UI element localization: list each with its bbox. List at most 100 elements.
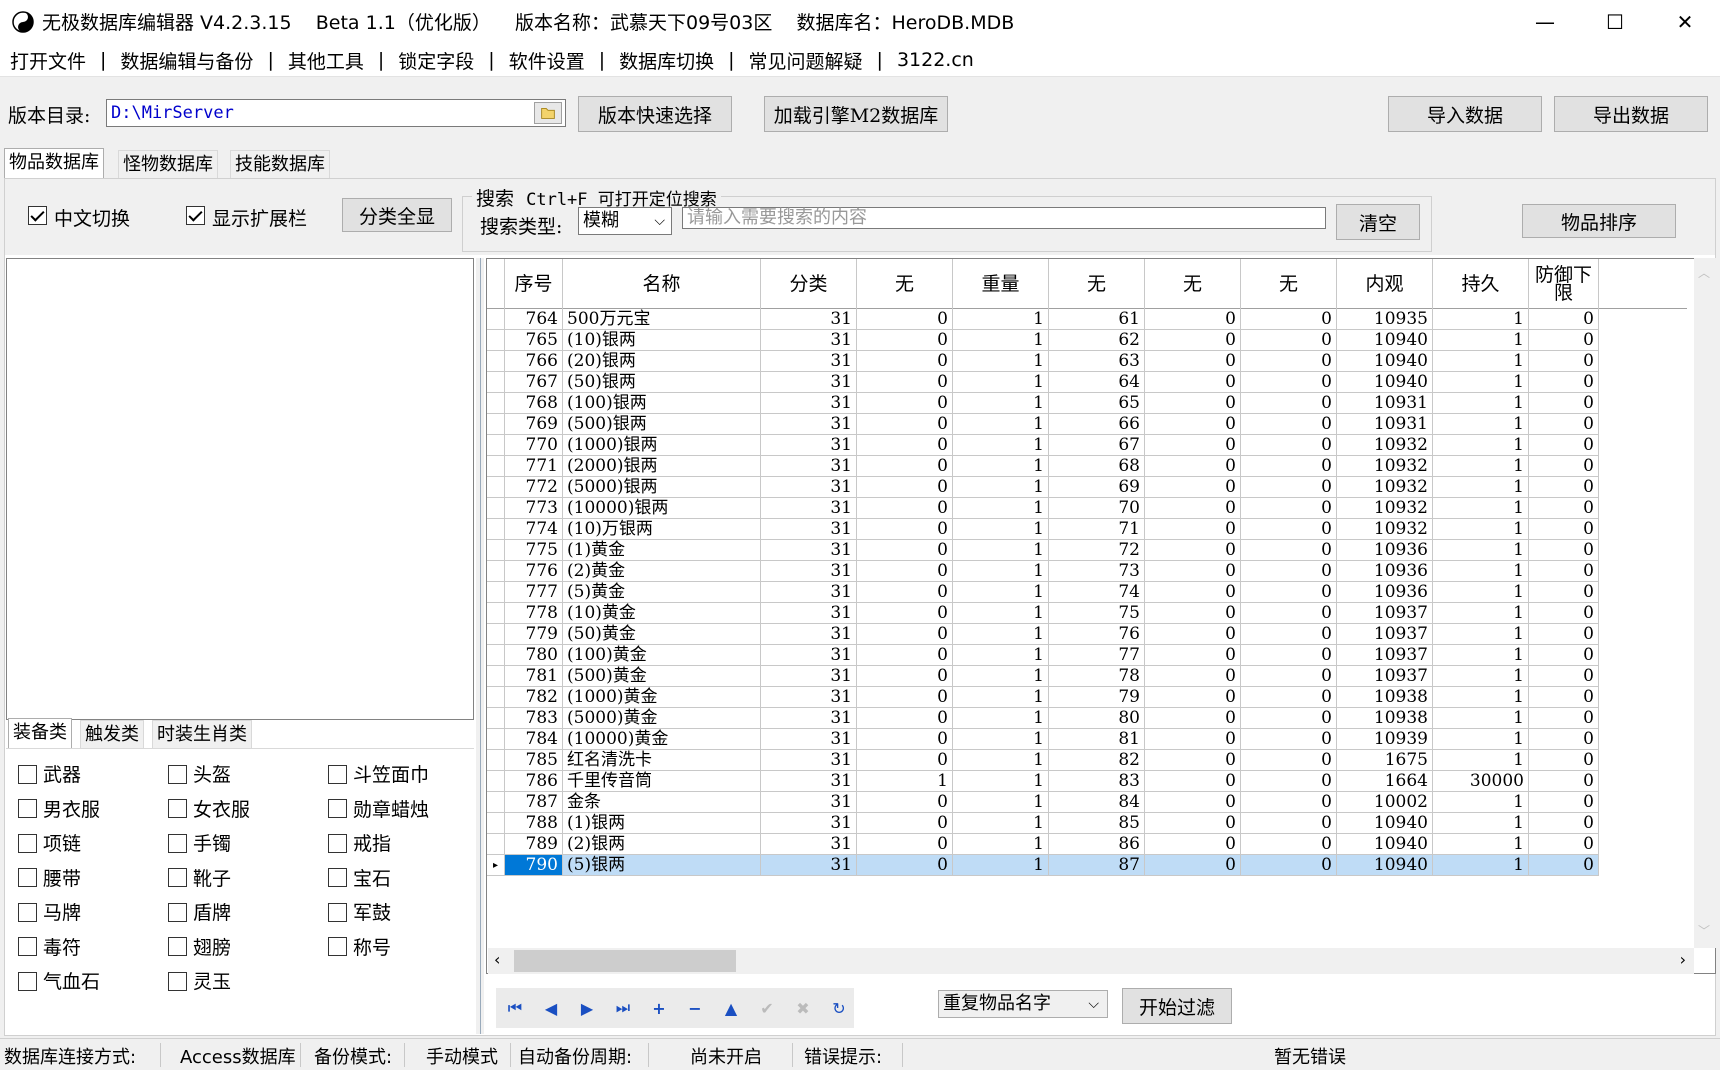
table-cell[interactable]: 87 xyxy=(1049,855,1145,876)
table-row[interactable]: 781 (500)黄金 31 0 1 78 0 0 10937 1 0 xyxy=(487,666,1687,687)
table-cell[interactable]: (100)黄金 xyxy=(563,645,761,666)
table-row[interactable]: 778 (10)黄金 31 0 1 75 0 0 10937 1 0 xyxy=(487,603,1687,624)
table-cell[interactable]: 0 xyxy=(1145,813,1241,834)
category-checkbox[interactable] xyxy=(168,799,187,818)
table-cell[interactable]: 0 xyxy=(1145,519,1241,540)
table-cell[interactable]: 70 xyxy=(1049,498,1145,519)
horizontal-scroll-thumb[interactable] xyxy=(514,950,736,972)
table-cell[interactable]: (10000)黄金 xyxy=(563,729,761,750)
table-cell[interactable]: 777 xyxy=(505,582,563,603)
table-cell[interactable]: 0 xyxy=(1529,372,1599,393)
table-cell[interactable]: 1 xyxy=(953,309,1049,330)
table-cell[interactable]: 61 xyxy=(1049,309,1145,330)
nav-cancel-icon[interactable]: ✖ xyxy=(790,996,816,1020)
table-cell[interactable]: 63 xyxy=(1049,351,1145,372)
table-cell[interactable]: 776 xyxy=(505,561,563,582)
table-cell[interactable]: 0 xyxy=(1241,519,1337,540)
table-cell[interactable]: 0 xyxy=(1241,666,1337,687)
table-cell[interactable]: 1 xyxy=(953,498,1049,519)
table-cell[interactable]: 74 xyxy=(1049,582,1145,603)
table-cell[interactable]: 1 xyxy=(1433,477,1529,498)
import-button[interactable]: 导入数据 xyxy=(1388,96,1542,132)
table-cell[interactable]: 0 xyxy=(1241,834,1337,855)
table-cell[interactable]: 10936 xyxy=(1337,582,1433,603)
category-item[interactable]: 靴子 xyxy=(168,864,231,891)
table-cell[interactable]: 0 xyxy=(857,540,953,561)
close-button[interactable]: ✕ xyxy=(1650,0,1720,44)
table-row[interactable]: 779 (50)黄金 31 0 1 76 0 0 10937 1 0 xyxy=(487,624,1687,645)
tab-skills[interactable]: 技能数据库 xyxy=(230,150,330,180)
table-cell[interactable]: 10935 xyxy=(1337,309,1433,330)
table-cell[interactable]: 789 xyxy=(505,834,563,855)
table-cell[interactable]: 1 xyxy=(1433,561,1529,582)
table-cell[interactable]: 0 xyxy=(857,351,953,372)
table-cell[interactable]: 1 xyxy=(1433,456,1529,477)
tab-monsters[interactable]: 怪物数据库 xyxy=(118,150,218,180)
category-item[interactable]: 武器 xyxy=(18,760,81,787)
table-cell[interactable]: (5000)银两 xyxy=(563,477,761,498)
category-checkbox[interactable] xyxy=(328,833,347,853)
table-cell[interactable]: 0 xyxy=(1529,540,1599,561)
table-cell[interactable]: (50)银两 xyxy=(563,372,761,393)
row-indicator[interactable] xyxy=(487,666,505,687)
table-cell[interactable]: 1 xyxy=(953,435,1049,456)
table-cell[interactable]: 0 xyxy=(1241,540,1337,561)
table-cell[interactable]: 0 xyxy=(857,624,953,645)
grid-column-header[interactable]: 无 xyxy=(1049,259,1145,309)
category-item[interactable]: 男衣服 xyxy=(18,795,100,822)
table-cell[interactable]: 0 xyxy=(857,519,953,540)
category-checkbox[interactable] xyxy=(168,833,187,853)
table-cell[interactable]: 1675 xyxy=(1337,750,1433,771)
table-row[interactable]: 789 (2)银两 31 0 1 86 0 0 10940 1 0 xyxy=(487,834,1687,855)
row-indicator[interactable] xyxy=(487,582,505,603)
table-cell[interactable]: 68 xyxy=(1049,456,1145,477)
table-cell[interactable]: 85 xyxy=(1049,813,1145,834)
table-cell[interactable]: 1664 xyxy=(1337,771,1433,792)
menu-switch-db[interactable]: 数据库切换 xyxy=(617,47,716,74)
table-cell[interactable]: 31 xyxy=(761,498,857,519)
category-checkbox[interactable] xyxy=(328,937,347,956)
table-cell[interactable]: 1 xyxy=(1433,666,1529,687)
duplicate-select[interactable]: 重复物品名字 ⌵ xyxy=(938,990,1108,1018)
table-cell[interactable]: 1 xyxy=(1433,624,1529,645)
table-cell[interactable]: 1 xyxy=(1433,582,1529,603)
table-cell[interactable]: 0 xyxy=(1145,771,1241,792)
menu-lock-fields[interactable]: 锁定字段 xyxy=(396,47,476,74)
table-cell[interactable]: 10931 xyxy=(1337,414,1433,435)
table-cell[interactable]: 0 xyxy=(1529,435,1599,456)
table-cell[interactable]: 0 xyxy=(1529,414,1599,435)
table-cell[interactable]: 10937 xyxy=(1337,645,1433,666)
table-cell[interactable]: 10932 xyxy=(1337,435,1433,456)
category-item[interactable]: 灵玉 xyxy=(168,967,231,994)
scroll-down-icon[interactable]: ﹀ xyxy=(1698,922,1710,939)
category-checkbox[interactable] xyxy=(328,799,347,818)
table-cell[interactable]: 84 xyxy=(1049,792,1145,813)
table-cell[interactable]: 766 xyxy=(505,351,563,372)
table-cell[interactable]: 0 xyxy=(857,414,953,435)
table-cell[interactable]: 金条 xyxy=(563,792,761,813)
table-row[interactable]: 768 (100)银两 31 0 1 65 0 0 10931 1 0 xyxy=(487,393,1687,414)
table-cell[interactable]: 1 xyxy=(1433,414,1529,435)
folder-icon[interactable] xyxy=(534,102,562,124)
table-cell[interactable]: 1 xyxy=(953,813,1049,834)
row-indicator[interactable] xyxy=(487,624,505,645)
table-cell[interactable]: 0 xyxy=(857,435,953,456)
category-checkbox[interactable] xyxy=(328,902,347,922)
category-checkbox[interactable] xyxy=(168,937,187,956)
nav-insert-icon[interactable]: + xyxy=(646,996,672,1020)
table-cell[interactable]: 1 xyxy=(1433,372,1529,393)
row-indicator[interactable] xyxy=(487,813,505,834)
table-cell[interactable]: 10937 xyxy=(1337,666,1433,687)
table-row[interactable]: 786 千里传音筒 31 1 1 83 0 0 1664 30000 0 xyxy=(487,771,1687,792)
table-cell[interactable]: 0 xyxy=(1241,414,1337,435)
table-cell[interactable]: 1 xyxy=(953,456,1049,477)
table-cell[interactable]: 0 xyxy=(1529,771,1599,792)
table-cell[interactable]: 774 xyxy=(505,519,563,540)
table-cell[interactable]: 0 xyxy=(1241,477,1337,498)
grid-column-header[interactable]: 内观 xyxy=(1337,259,1433,309)
table-cell[interactable]: 0 xyxy=(1529,729,1599,750)
category-checkbox[interactable] xyxy=(168,868,187,887)
table-cell[interactable]: 1 xyxy=(857,771,953,792)
table-row[interactable]: 769 (500)银两 31 0 1 66 0 0 10931 1 0 xyxy=(487,414,1687,435)
tab-items[interactable]: 物品数据库 xyxy=(4,148,104,180)
